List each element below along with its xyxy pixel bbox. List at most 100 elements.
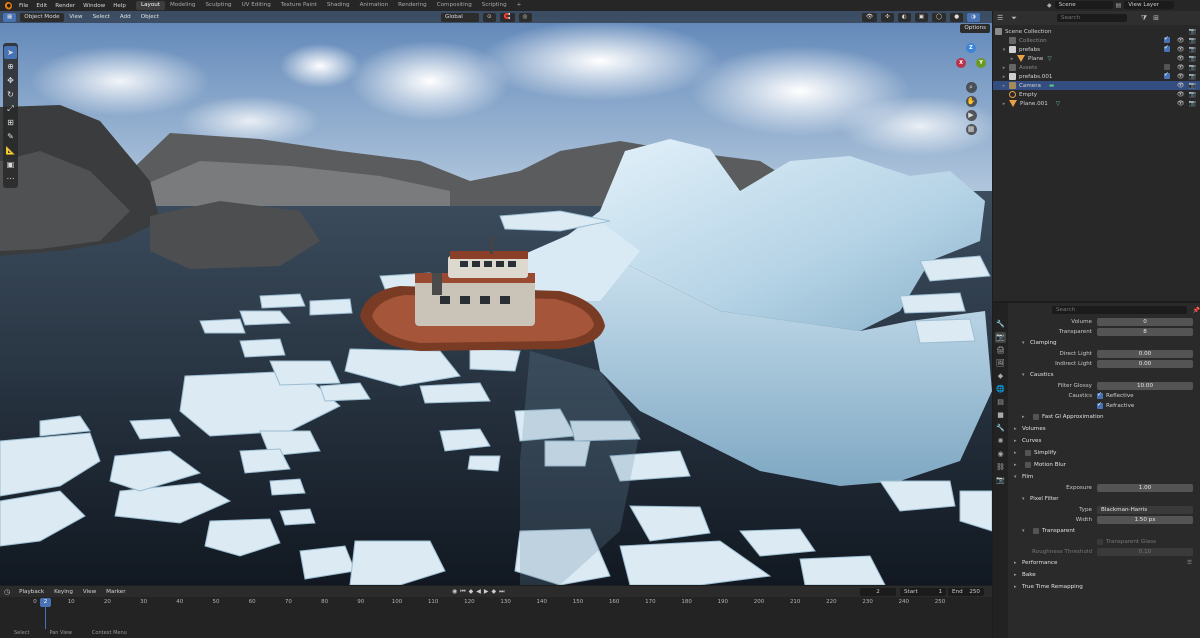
- chevron-right-icon[interactable]: ▸: [1001, 101, 1007, 107]
- editor-type-icon[interactable]: ▦: [3, 12, 17, 22]
- eye-icon[interactable]: 👁: [1177, 64, 1185, 71]
- add-cube-icon[interactable]: ▣: [4, 158, 17, 171]
- filter-icon[interactable]: ⏷: [1011, 14, 1017, 23]
- current-frame-field[interactable]: 2: [860, 587, 896, 596]
- new-collection-icon[interactable]: ⊞: [1153, 14, 1159, 22]
- motion-blur-section[interactable]: ▸ Motion Blur: [1008, 459, 1200, 471]
- camera-icon[interactable]: 📷: [1189, 37, 1196, 44]
- blender-logo-icon[interactable]: [4, 1, 12, 10]
- eye-icon[interactable]: 👁: [1177, 37, 1185, 44]
- eye-icon[interactable]: 👁: [1177, 73, 1185, 80]
- transparent-section[interactable]: ▾ Transparent: [1008, 525, 1200, 537]
- outliner-search-input[interactable]: Search: [1056, 14, 1127, 22]
- filter-width-field[interactable]: 1.50 px: [1097, 516, 1193, 524]
- filter-type-dropdown[interactable]: Blackman-Harris: [1097, 506, 1193, 514]
- move-icon[interactable]: ✥: [4, 74, 17, 87]
- performance-section[interactable]: ▸ Performance ☰: [1008, 557, 1200, 569]
- rotate-icon[interactable]: ↻: [4, 88, 17, 101]
- camera-icon[interactable]: 📷: [1189, 82, 1196, 89]
- indirect-light-field[interactable]: 0.00: [1097, 360, 1193, 368]
- outliner-item-empty[interactable]: Empty 👁 📷: [993, 90, 1200, 99]
- caustics-section[interactable]: ▾ Caustics: [1008, 369, 1200, 381]
- chevron-right-icon[interactable]: ▸: [1001, 74, 1007, 80]
- outliner-item-assets[interactable]: ▸ Assets 👁 📷: [993, 63, 1200, 72]
- visibility-icon[interactable]: 👁: [862, 12, 878, 22]
- jump-end-icon[interactable]: ⏭: [499, 588, 504, 596]
- outliner-item-prefabs[interactable]: ▾ prefabs 👁 📷: [993, 44, 1200, 54]
- menu-file[interactable]: File: [15, 3, 32, 9]
- outliner-editor-icon[interactable]: ☰: [997, 14, 1003, 22]
- tab-shading[interactable]: Shading: [322, 1, 355, 10]
- bake-section[interactable]: ▸ Bake: [1008, 569, 1200, 581]
- reflective-checkbox[interactable]: [1097, 391, 1103, 399]
- fast-gi-checkbox[interactable]: [1033, 414, 1039, 420]
- chevron-right-icon[interactable]: ▸: [1009, 56, 1015, 62]
- playback-menu[interactable]: Playback: [14, 589, 49, 595]
- curves-section[interactable]: ▸ Curves: [1008, 435, 1200, 447]
- exclude-checkbox[interactable]: [1163, 44, 1170, 52]
- roughness-threshold-field[interactable]: 0.10: [1097, 548, 1193, 556]
- pixel-filter-section[interactable]: ▾ Pixel Filter: [1008, 493, 1200, 505]
- eye-icon[interactable]: 👁: [1177, 100, 1185, 107]
- tool-tab-icon[interactable]: 🔧: [995, 319, 1006, 330]
- tab-layout[interactable]: Layout: [135, 1, 165, 10]
- measure-icon[interactable]: 📐: [4, 144, 17, 157]
- tab-rendering[interactable]: Rendering: [393, 1, 432, 10]
- tab-modeling[interactable]: Modeling: [165, 1, 200, 10]
- proportional-edit-icon[interactable]: ◎: [518, 12, 532, 22]
- outliner-item-plane[interactable]: ▸ Plane ▽ 👁 📷: [993, 54, 1200, 63]
- start-frame-field[interactable]: Start 1: [900, 587, 946, 596]
- gizmo-x-axis[interactable]: X: [956, 58, 966, 68]
- properties-search-input[interactable]: Search: [1052, 306, 1187, 314]
- exclude-checkbox[interactable]: [1163, 71, 1170, 79]
- navigation-gizmo[interactable]: Z X Y ⌕ ✋ ▶ ▦: [956, 41, 986, 176]
- view-menu[interactable]: View: [78, 589, 101, 595]
- select-menu[interactable]: Select: [88, 14, 115, 20]
- true-time-section[interactable]: ▸ True Time Remapping: [1008, 581, 1200, 593]
- view-layer-tab-icon[interactable]: 🖼: [995, 358, 1006, 369]
- cursor-icon[interactable]: ⊕: [4, 60, 17, 73]
- outliner-item-plane-001[interactable]: ▸ Plane.001 ▽ 👁 📷: [993, 99, 1200, 108]
- output-tab-icon[interactable]: 🖨: [995, 345, 1006, 356]
- play-icon[interactable]: ▶: [484, 588, 489, 595]
- menu-render[interactable]: Render: [51, 3, 79, 9]
- xray-icon[interactable]: ▣: [914, 12, 928, 22]
- chevron-right-icon[interactable]: ▸: [1001, 65, 1007, 71]
- prev-keyframe-icon[interactable]: ◆: [469, 588, 474, 595]
- tab-sculpting[interactable]: Sculpting: [200, 1, 236, 10]
- camera-icon[interactable]: 📷: [1189, 28, 1196, 35]
- end-frame-field[interactable]: End 250: [948, 587, 984, 596]
- extra-tool-icon[interactable]: ⋯: [4, 172, 17, 185]
- gizmo-y-axis[interactable]: Y: [976, 58, 986, 68]
- preset-list-icon[interactable]: ☰: [1187, 560, 1192, 566]
- playhead[interactable]: 2: [40, 598, 51, 607]
- menu-help[interactable]: Help: [109, 3, 130, 9]
- pan-hand-icon[interactable]: ✋: [965, 96, 977, 107]
- eye-icon[interactable]: 👁: [1177, 82, 1185, 89]
- eye-icon[interactable]: 👁: [1177, 91, 1185, 98]
- outliner-item-collection[interactable]: Collection 👁 📷: [993, 35, 1200, 45]
- modifier-tab-icon[interactable]: 🔧: [995, 423, 1006, 434]
- next-keyframe-icon[interactable]: ◆: [492, 588, 497, 595]
- shading-solid-icon[interactable]: ●: [950, 12, 964, 22]
- exposure-field[interactable]: 1.00: [1097, 484, 1193, 492]
- shading-rendered-icon[interactable]: ◑: [967, 12, 981, 22]
- select-box-icon[interactable]: ➤: [4, 46, 17, 59]
- exclude-checkbox[interactable]: [1163, 64, 1170, 70]
- outliner-item-camera[interactable]: ▸ Camera ▬ 👁 📷: [993, 81, 1200, 90]
- transform-orientation-dropdown[interactable]: Global: [441, 12, 479, 22]
- gizmo-toggle-icon[interactable]: ✣: [881, 12, 894, 22]
- frame-ruler[interactable]: 0 10 20 30 40 50 60 70 80 90 100 110 120 130 140 150 160…: [0, 599, 992, 608]
- play-reverse-icon[interactable]: ◀: [476, 588, 481, 595]
- transform-icon[interactable]: ⊞: [4, 116, 17, 129]
- tab-texture-paint[interactable]: Texture Paint: [276, 1, 322, 10]
- render-tab-icon[interactable]: 📷: [995, 332, 1006, 343]
- timeline-editor-icon[interactable]: ◷: [4, 588, 10, 596]
- film-transparent-checkbox[interactable]: [1033, 528, 1039, 534]
- scene-selector[interactable]: Scene: [1054, 1, 1113, 9]
- tab-animation[interactable]: Animation: [355, 1, 394, 10]
- transparent-glass-checkbox[interactable]: [1097, 539, 1103, 545]
- object-tab-icon[interactable]: ■: [995, 410, 1006, 421]
- volume-bounces-field[interactable]: 0: [1097, 318, 1193, 326]
- camera-icon[interactable]: 📷: [1189, 46, 1196, 53]
